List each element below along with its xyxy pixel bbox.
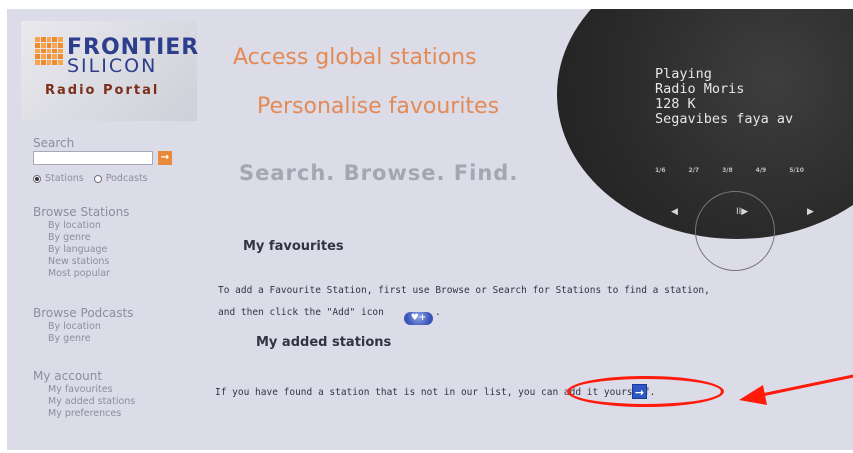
- favourites-instructions-line1: To add a Favourite Station, first use Br…: [218, 285, 710, 296]
- radio-dial-arc: [695, 191, 775, 271]
- next-icon: ▶: [807, 207, 814, 217]
- favourites-instructions-line2: and then click the "Add" icon: [218, 307, 384, 318]
- preset-label: 2/7: [688, 167, 700, 174]
- sidebar-item-by-genre[interactable]: By genre: [48, 232, 91, 244]
- sidebar-item-most-popular[interactable]: Most popular: [48, 268, 110, 280]
- search-go-button[interactable]: →: [158, 151, 172, 165]
- sidebar-item-by-language[interactable]: By language: [48, 244, 107, 256]
- radio-podcasts[interactable]: [93, 174, 102, 183]
- radio-display-text: Playing Radio Moris 128 K Segavibes faya…: [655, 67, 793, 127]
- display-line-playing: Playing: [655, 66, 712, 82]
- play-pause-icon: II▶: [736, 207, 749, 217]
- frontier-silicon-logo[interactable]: FRONTIER SILICON Radio Portal: [21, 21, 198, 121]
- preset-label: 5/10: [789, 167, 804, 174]
- headline-tagline: Search. Browse. Find.: [239, 161, 519, 185]
- preset-label: 4/9: [755, 167, 767, 174]
- annotation-ellipse: [567, 376, 724, 407]
- favourites-instructions-end: .: [435, 307, 441, 318]
- display-line-track: Segavibes faya av: [655, 111, 794, 127]
- logo-subtitle: SILICON: [67, 55, 158, 77]
- add-favourite-icon[interactable]: ♥+: [404, 312, 433, 325]
- search-type-radios: Stations Podcasts: [33, 173, 148, 184]
- sidebar-item-podcasts-by-location[interactable]: By location: [48, 321, 101, 333]
- my-account-title[interactable]: My account: [33, 369, 102, 383]
- headline-personalise: Personalise favourites: [257, 94, 500, 119]
- preset-label: 1/6: [655, 167, 666, 174]
- sidebar-item-my-preferences[interactable]: My preferences: [48, 408, 121, 420]
- sidebar-item-by-location[interactable]: By location: [48, 220, 101, 232]
- sidebar-item-new-stations[interactable]: New stations: [48, 256, 109, 268]
- radio-stations-label: Stations: [45, 173, 84, 184]
- search-label: Search: [33, 136, 75, 150]
- my-favourites-title: My favourites: [243, 239, 344, 254]
- browse-podcasts-title[interactable]: Browse Podcasts: [33, 306, 133, 320]
- sidebar-item-my-added-stations[interactable]: My added stations: [48, 396, 135, 408]
- radio-stations[interactable]: [33, 174, 41, 183]
- sidebar-item-my-favourites[interactable]: My favourites: [48, 384, 113, 396]
- browse-stations-title[interactable]: Browse Stations: [33, 205, 129, 219]
- logo-portal-label: Radio Portal: [45, 83, 160, 98]
- sidebar-item-podcasts-by-genre[interactable]: By genre: [48, 333, 91, 345]
- radio-presets: 1/6 2/7 3/8 4/9 5/10: [655, 167, 804, 174]
- radio-podcasts-label: Podcasts: [105, 173, 148, 184]
- search-input[interactable]: [33, 151, 153, 165]
- annotation-arrow-icon: [739, 374, 853, 405]
- display-line-station: Radio Moris: [655, 81, 745, 97]
- logo-grid-icon: [35, 37, 63, 65]
- prev-icon: ◀: [671, 207, 678, 217]
- page: FRONTIER SILICON Radio Portal Search → S…: [7, 9, 853, 450]
- display-line-bitrate: 128 K: [655, 96, 696, 112]
- preset-label: 3/8: [722, 167, 733, 174]
- headline-access: Access global stations: [233, 45, 477, 70]
- my-added-stations-title: My added stations: [256, 335, 392, 350]
